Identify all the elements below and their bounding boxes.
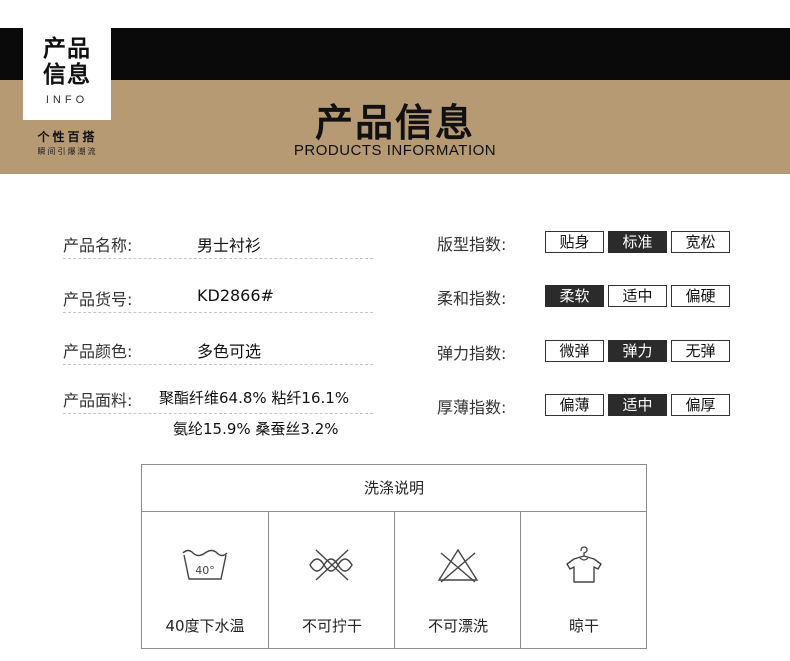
product-name-value: 男士衬衫 — [197, 236, 262, 255]
product-name-row: 产品名称: 男士衬衫 — [63, 228, 373, 259]
product-sku-label: 产品货号: — [63, 290, 133, 309]
no-wring-icon — [309, 549, 353, 581]
page-subtitle: PRODUCTS INFORMATION — [293, 142, 497, 159]
product-color-label: 产品颜色: — [63, 342, 133, 361]
tagline-sub: 瞬间引爆潮流 — [37, 147, 98, 156]
product-fabric-value-2: 氨纶15.9% 桑蚕丝3.2% — [173, 420, 339, 438]
fit-index-row: 版型指数: 贴身 标准 宽松 — [437, 231, 737, 255]
care-cell-no-wring: 不可拧干 — [268, 511, 395, 648]
care-cell-hang-dry: 晾干 — [520, 511, 647, 648]
care-cell-wash: 40° 40度下水温 — [142, 511, 268, 648]
elasticity-index-row: 弹力指数: 微弹 弹力 无弹 — [437, 340, 737, 364]
product-name-label: 产品名称: — [63, 236, 133, 255]
wash-40-icon: 40° — [182, 549, 228, 580]
index-label: 柔和指数: — [437, 289, 507, 308]
product-fabric-row: 产品面料: 聚酯纤维64.8% 粘纤16.1% — [63, 383, 373, 414]
index-option: 弹力 — [608, 340, 667, 362]
product-color-value: 多色可选 — [197, 342, 262, 361]
logo-line-2: 信息 — [43, 62, 91, 88]
care-cell-no-bleach: 不可漂洗 — [394, 511, 521, 648]
product-sku-value: KD2866# — [197, 286, 274, 305]
index-label: 版型指数: — [437, 235, 507, 254]
hang-dry-icon — [566, 546, 602, 583]
care-label: 晾干 — [568, 617, 599, 635]
product-fabric-value-1: 聚酯纤维64.8% 粘纤16.1% — [159, 389, 350, 407]
index-option: 微弹 — [545, 340, 604, 362]
wash-temp-text: 40° — [195, 564, 215, 577]
logo-card: 产品 信息 INFO — [23, 28, 111, 120]
product-fabric-label: 产品面料: — [63, 391, 133, 410]
index-option: 适中 — [608, 285, 667, 307]
index-label: 弹力指数: — [437, 344, 507, 363]
index-option: 柔软 — [545, 285, 604, 307]
index-option: 无弹 — [671, 340, 730, 362]
care-title: 洗涤说明 — [142, 465, 646, 512]
thickness-index-row: 厚薄指数: 偏薄 适中 偏厚 — [437, 394, 737, 418]
product-sku-row: 产品货号: KD2866# — [63, 282, 373, 313]
logo-info: INFO — [45, 94, 89, 106]
index-option: 标准 — [608, 231, 667, 253]
no-bleach-icon — [437, 548, 479, 583]
care-label: 不可拧干 — [301, 617, 362, 635]
logo-line-1: 产品 — [43, 36, 91, 62]
tagline: 个性百搭 — [37, 130, 98, 144]
index-option: 偏薄 — [545, 394, 604, 416]
care-label: 不可漂洗 — [427, 617, 488, 635]
index-option: 偏厚 — [671, 394, 730, 416]
index-option: 偏硬 — [671, 285, 730, 307]
care-label: 40度下水温 — [165, 617, 245, 635]
index-option: 贴身 — [545, 231, 604, 253]
index-label: 厚薄指数: — [437, 398, 507, 417]
page-title: 产品信息 — [314, 101, 475, 145]
softness-index-row: 柔和指数: 柔软 适中 偏硬 — [437, 285, 737, 309]
header-black-band — [0, 28, 790, 80]
index-option: 宽松 — [671, 231, 730, 253]
care-table: 洗涤说明 40° 40度下水温 不可拧干 不可漂洗 晾干 — [141, 464, 647, 649]
product-color-row: 产品颜色: 多色可选 — [63, 334, 373, 365]
index-option: 适中 — [608, 394, 667, 416]
